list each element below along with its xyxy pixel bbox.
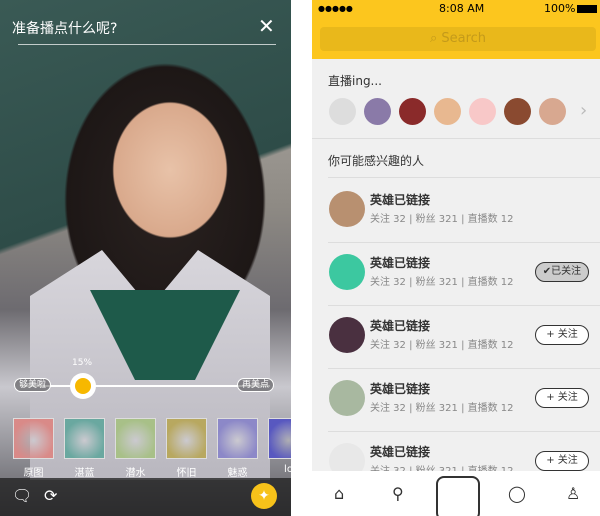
signal-icon: ●●●●● (318, 4, 353, 13)
beauty-slider[interactable] (20, 385, 270, 387)
live-avatar[interactable] (329, 98, 356, 125)
message-icon[interactable]: ◯ (508, 484, 526, 503)
topic-underline (18, 44, 276, 45)
user-avatar[interactable] (329, 317, 365, 353)
user-row[interactable]: 英雄已链接 关注 32 | 粉丝 321 | 直播数 12 + 关注 (312, 368, 600, 431)
live-section-title: 直播ing... (328, 74, 383, 88)
filter-label: 原图 (23, 468, 44, 479)
follow-button[interactable]: + 关注 (535, 325, 589, 345)
magic-wand-icon[interactable]: ✦ (251, 483, 277, 509)
user-avatar[interactable] (329, 380, 365, 416)
beauty-min-label: 够美啦 (14, 378, 52, 392)
user-name: 英雄已链接 (370, 193, 431, 207)
user-name: 英雄已链接 (370, 382, 431, 396)
beauty-level: 15% (72, 358, 93, 368)
filter-list: 原图 湛蓝 潜水 怀旧 魅惑 lo (13, 418, 291, 479)
divider (328, 177, 600, 178)
suggest-section-title: 你可能感兴趣的人 (328, 154, 425, 168)
live-avatar[interactable] (504, 98, 531, 125)
filter-thumbnail (268, 418, 291, 459)
filter-thumbnail (217, 418, 258, 459)
chat-bubble-icon[interactable]: 🗨 (12, 486, 32, 505)
follow-button[interactable]: + 关注 (535, 451, 589, 471)
live-setup-screen: 准备播点什么呢? ✕ 15% 够美啦 再美点 原图 湛蓝 潜水 怀旧 魅惑 lo 🗨 ⟳ … (0, 0, 291, 516)
filter-thumbnail (13, 418, 54, 459)
filter-label: 潜水 (125, 468, 146, 479)
user-avatar[interactable] (329, 254, 365, 290)
home-icon[interactable]: ⌂ (334, 484, 344, 503)
live-avatar[interactable] (434, 98, 461, 125)
following-button[interactable]: ✔已关注 (535, 262, 589, 282)
user-stats: 关注 32 | 粉丝 321 | 直播数 12 (370, 340, 514, 351)
user-stats: 关注 32 | 粉丝 321 | 直播数 12 (370, 277, 514, 288)
filter-label: lo (284, 464, 291, 475)
profile-icon[interactable]: ♙ (566, 484, 580, 503)
beauty-slider-handle[interactable] (70, 373, 96, 399)
live-avatar[interactable] (469, 98, 496, 125)
user-name: 英雄已链接 (370, 319, 431, 333)
status-time: 8:08 AM (439, 2, 485, 15)
filter-option[interactable]: 魅惑 (217, 418, 258, 479)
divider (312, 138, 600, 139)
search-icon: ⌕ (429, 31, 442, 46)
search-icon[interactable]: ⚲ (392, 484, 404, 503)
live-avatar[interactable] (539, 98, 566, 125)
filter-option[interactable]: 潜水 (115, 418, 156, 479)
user-name: 英雄已链接 (370, 256, 431, 270)
chevron-right-icon[interactable]: › (580, 100, 587, 121)
search-placeholder: Search (441, 31, 487, 46)
live-avatar[interactable] (364, 98, 391, 125)
search-input[interactable]: ⌕ Search (320, 27, 596, 51)
live-button[interactable] (436, 476, 480, 516)
bottom-toolbar: 🗨 ⟳ (0, 478, 291, 516)
user-stats: 关注 32 | 粉丝 321 | 直播数 12 (370, 214, 514, 225)
filter-thumbnail (64, 418, 105, 459)
beauty-max-label: 再美点 (237, 378, 275, 392)
user-name: 英雄已链接 (370, 445, 431, 459)
user-row[interactable]: 英雄已链接 关注 32 | 粉丝 321 | 直播数 12 (312, 179, 600, 242)
user-row[interactable]: 英雄已链接 关注 32 | 粉丝 321 | 直播数 12 ✔已关注 (312, 242, 600, 305)
topic-input[interactable]: 准备播点什么呢? (12, 18, 117, 38)
filter-option[interactable]: 怀旧 (166, 418, 207, 479)
battery-level: 100% (544, 2, 576, 15)
user-avatar[interactable] (329, 191, 365, 227)
filter-label: 魅惑 (227, 468, 248, 479)
filter-option[interactable]: 湛蓝 (64, 418, 105, 479)
discover-screen: ●●●●● 8:08 AM 100% ⌕ Search 直播ing... › 你… (312, 0, 600, 516)
filter-thumbnail (115, 418, 156, 459)
user-stats: 关注 32 | 粉丝 321 | 直播数 12 (370, 403, 514, 414)
filter-option[interactable]: 原图 (13, 418, 54, 479)
follow-button[interactable]: + 关注 (535, 388, 589, 408)
close-icon[interactable]: ✕ (258, 16, 275, 36)
user-row[interactable]: 英雄已链接 关注 32 | 粉丝 321 | 直播数 12 + 关注 (312, 305, 600, 368)
filter-thumbnail (166, 418, 207, 459)
battery-icon (577, 5, 597, 13)
camera-flip-icon[interactable]: ⟳ (44, 486, 57, 505)
filter-label: 怀旧 (176, 468, 197, 479)
live-avatar[interactable] (399, 98, 426, 125)
filter-option[interactable]: lo (268, 418, 291, 479)
filter-label: 湛蓝 (74, 468, 95, 479)
